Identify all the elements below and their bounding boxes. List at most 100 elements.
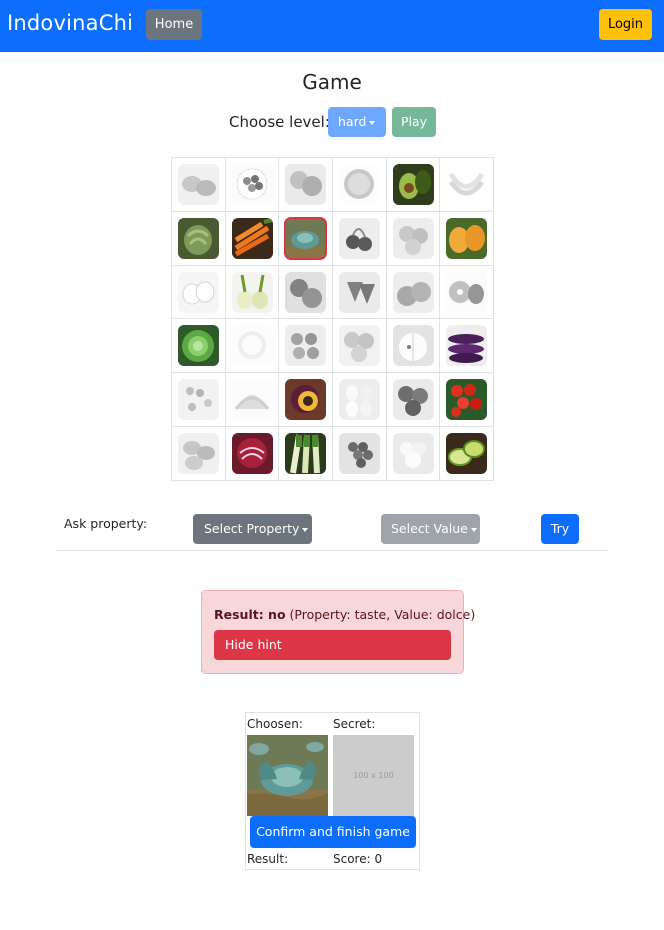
- produce-image-lime[interactable]: [446, 433, 488, 475]
- grid-cell[interactable]: [440, 427, 494, 481]
- grid-cell[interactable]: [225, 265, 280, 320]
- produce-image-peas[interactable]: [178, 379, 219, 421]
- grid-cell[interactable]: [225, 158, 280, 212]
- produce-image-tomatoes[interactable]: [285, 271, 327, 313]
- chevron-down-icon: [369, 120, 376, 125]
- level-label: Choose level:: [229, 113, 330, 131]
- chevron-down-icon: [470, 527, 477, 532]
- select-property-dropdown[interactable]: Select Property: [193, 514, 312, 544]
- grid-cell[interactable]: [333, 427, 387, 481]
- select-value-dropdown[interactable]: Select Value: [381, 514, 480, 544]
- grid-cell[interactable]: [440, 158, 494, 212]
- grid-cell[interactable]: [279, 427, 333, 481]
- alert-result: Result: no: [214, 607, 286, 622]
- grid-cell[interactable]: [225, 319, 280, 374]
- secret-label: Secret:: [333, 717, 376, 731]
- chosen-image: [247, 735, 328, 816]
- secret-image-placeholder: 100 x 100: [333, 735, 414, 816]
- grid-cell[interactable]: [333, 319, 387, 374]
- produce-image-strawberries[interactable]: [339, 271, 380, 313]
- produce-image-artichoke[interactable]: [178, 217, 219, 259]
- chevron-down-icon: [302, 527, 309, 532]
- produce-image-cauliflower[interactable]: [392, 433, 434, 475]
- try-button[interactable]: Try: [541, 514, 579, 544]
- produce-image-cherries[interactable]: [339, 217, 380, 259]
- result-label: Result:: [247, 852, 289, 866]
- alert-text: Result: no (Property: taste, Value: dolc…: [214, 607, 475, 622]
- grid-cell[interactable]: [172, 158, 226, 212]
- confirm-finish-button[interactable]: Confirm and finish game: [250, 816, 416, 848]
- grid-cell[interactable]: [279, 158, 333, 212]
- grid-cell[interactable]: [333, 211, 387, 266]
- chosen-label: Choosen:: [247, 717, 303, 731]
- grid-cell[interactable]: [440, 265, 494, 320]
- produce-image-mandarins[interactable]: [285, 164, 327, 205]
- grid-cell[interactable]: [333, 265, 387, 320]
- produce-image-olives[interactable]: [231, 164, 273, 205]
- produce-image-leeks[interactable]: [285, 433, 327, 475]
- hide-hint-button[interactable]: Hide hint: [214, 630, 451, 660]
- score-label: Score: 0: [333, 852, 383, 866]
- produce-image-carrots[interactable]: [231, 217, 273, 259]
- grid-cell[interactable]: [279, 373, 333, 428]
- produce-image-cabbage[interactable]: [284, 216, 328, 260]
- produce-image-shellfish[interactable]: [178, 164, 219, 205]
- grid-cell[interactable]: [172, 427, 226, 481]
- grid-cell[interactable]: [386, 427, 441, 481]
- produce-image-eggs[interactable]: [339, 379, 380, 421]
- grid-cell[interactable]: [386, 158, 441, 212]
- grid-cell[interactable]: [386, 373, 441, 428]
- produce-image-kiwi[interactable]: [446, 271, 488, 313]
- produce-image-lemon[interactable]: [231, 325, 273, 367]
- produce-image-melon[interactable]: [231, 379, 273, 421]
- produce-image-garlic[interactable]: [178, 271, 219, 313]
- grid-cell[interactable]: [172, 211, 226, 266]
- produce-image-persimmons[interactable]: [392, 271, 434, 313]
- produce-image-avocado[interactable]: [392, 164, 434, 205]
- login-button[interactable]: Login: [599, 9, 652, 40]
- brand-logo[interactable]: IndovinaChi: [7, 11, 133, 35]
- produce-image-nuts[interactable]: [285, 325, 327, 367]
- grid-cell[interactable]: [333, 158, 387, 212]
- produce-image-kiwano[interactable]: [446, 217, 488, 259]
- grid-cell[interactable]: [225, 427, 280, 481]
- level-dropdown[interactable]: hard: [328, 107, 386, 137]
- produce-image-orange[interactable]: [339, 164, 380, 205]
- grid-cell[interactable]: [386, 319, 441, 374]
- produce-image-plums[interactable]: [392, 379, 434, 421]
- grid-cell[interactable]: [279, 211, 333, 266]
- produce-image-radicchio[interactable]: [231, 433, 273, 475]
- produce-image-bananas[interactable]: [446, 164, 488, 205]
- grid-cell[interactable]: [333, 373, 387, 428]
- grid-cell[interactable]: [172, 373, 226, 428]
- divider: [57, 550, 608, 551]
- home-button[interactable]: Home: [146, 9, 202, 40]
- produce-image-cherry-tomatoes[interactable]: [446, 379, 488, 421]
- produce-image-potatoes[interactable]: [178, 433, 219, 475]
- grid-cell[interactable]: [386, 265, 441, 320]
- produce-image-fennel[interactable]: [231, 271, 273, 313]
- grid-cell[interactable]: [440, 373, 494, 428]
- grid-cell[interactable]: [440, 319, 494, 374]
- grid-cell[interactable]: [386, 211, 441, 266]
- alert-detail: (Property: taste, Value: dolce): [289, 607, 476, 622]
- produce-image-eggplant[interactable]: [446, 325, 488, 367]
- produce-image-passion-fruit[interactable]: [285, 379, 327, 421]
- grid-cell[interactable]: [172, 265, 226, 320]
- grid-cell[interactable]: [172, 319, 226, 374]
- produce-image-peaches[interactable]: [339, 325, 380, 367]
- image-grid: [171, 157, 494, 481]
- grid-cell[interactable]: [279, 265, 333, 320]
- produce-image-apple[interactable]: [392, 325, 434, 367]
- grid-cell[interactable]: [225, 211, 280, 266]
- grid-cell[interactable]: [440, 211, 494, 266]
- produce-image-apricots[interactable]: [392, 217, 434, 259]
- produce-image-grapes[interactable]: [339, 433, 380, 475]
- play-button[interactable]: Play: [392, 107, 436, 137]
- select-value-label: Select Value: [391, 521, 468, 536]
- ask-property-label: Ask property:: [64, 516, 148, 531]
- produce-image-lettuce[interactable]: [178, 325, 219, 367]
- grid-cell[interactable]: [279, 319, 333, 374]
- grid-cell[interactable]: [225, 373, 280, 428]
- result-panel: Choosen: Secret: 100 x 100 Confirm and f…: [245, 712, 420, 870]
